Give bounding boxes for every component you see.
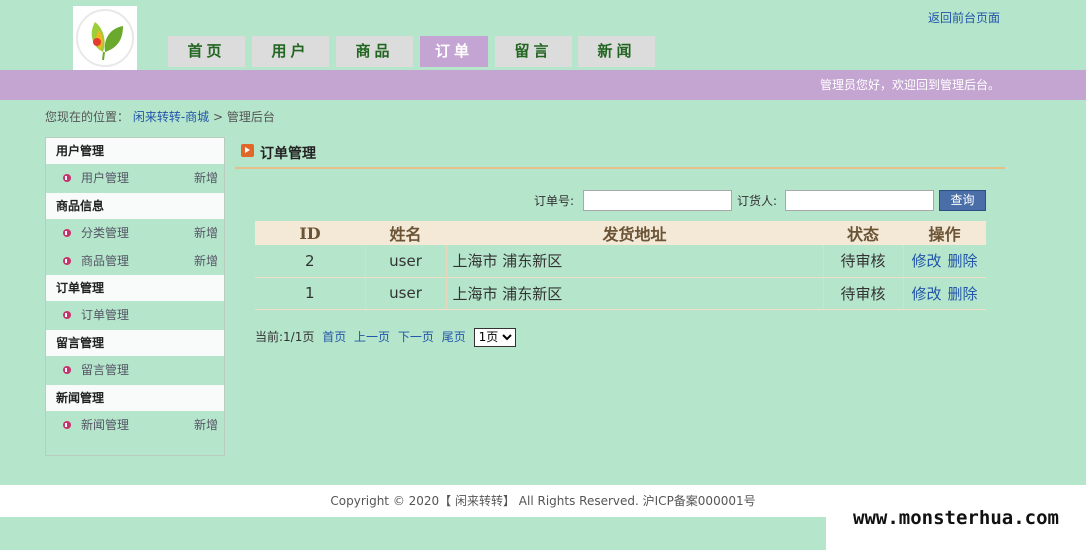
column-header-address: 发货地址 bbox=[446, 221, 823, 245]
nav-products[interactable]: 商品 bbox=[336, 36, 413, 67]
column-header-status: 状态 bbox=[823, 221, 903, 245]
last-page-link[interactable]: 尾页 bbox=[442, 330, 466, 344]
panel-title: 订单管理 bbox=[260, 146, 316, 162]
sidebar-item-category-manage[interactable]: 分类管理 新增 bbox=[46, 219, 224, 248]
table-row: 1 user 上海市 浦东新区 待审核 修改 删除 bbox=[255, 277, 986, 310]
arrow-bullet-icon bbox=[63, 174, 71, 182]
search-button[interactable]: 查询 bbox=[939, 190, 986, 211]
nav-home[interactable]: 首页 bbox=[168, 36, 245, 67]
delete-link[interactable]: 删除 bbox=[948, 252, 978, 270]
order-no-label: 订单号: bbox=[534, 194, 575, 208]
sidebar-group-title: 订单管理 bbox=[46, 275, 224, 301]
sidebar-item-user-manage[interactable]: 用户管理 新增 bbox=[46, 164, 224, 193]
column-header-name: 姓名 bbox=[365, 221, 446, 245]
prev-page-link[interactable]: 上一页 bbox=[354, 330, 390, 344]
sidebar-group-title: 用户管理 bbox=[46, 138, 224, 164]
delete-link[interactable]: 删除 bbox=[948, 285, 978, 303]
cell-address: 上海市 浦东新区 bbox=[445, 277, 823, 310]
panel-header: 订单管理 bbox=[235, 140, 1005, 169]
pagination: 当前:1/1页 首页 上一页 下一页 尾页 1页 bbox=[255, 327, 516, 347]
cell-status: 待审核 bbox=[822, 245, 903, 278]
edit-link[interactable]: 修改 bbox=[912, 252, 942, 270]
play-arrow-icon bbox=[241, 144, 254, 157]
column-header-actions: 操作 bbox=[903, 221, 986, 245]
page-info: 当前:1/1页 bbox=[255, 330, 315, 344]
breadcrumb-current: 管理后台 bbox=[226, 110, 275, 124]
copyright-text: Copyright © 2020【 闲来转转】 All Rights Reser… bbox=[330, 494, 756, 508]
breadcrumb-prefix: 您现在的位置： bbox=[45, 110, 130, 124]
breadcrumb: 您现在的位置： 闲来转转-商城 > 管理后台 bbox=[45, 108, 275, 125]
sidebar-item-news-manage[interactable]: 新闻管理 新增 bbox=[46, 411, 224, 440]
column-header-id: ID bbox=[255, 221, 365, 245]
order-no-input[interactable] bbox=[583, 190, 732, 211]
nav-news[interactable]: 新闻 bbox=[578, 36, 655, 67]
cell-id: 2 bbox=[255, 245, 365, 278]
table-header-row: ID 姓名 发货地址 状态 操作 bbox=[255, 221, 986, 245]
sidebar-item-label[interactable]: 新闻管理 bbox=[81, 418, 129, 432]
breadcrumb-separator: > bbox=[213, 110, 224, 124]
buyer-label: 订货人: bbox=[737, 194, 778, 208]
watermark: www.monsterhua.com bbox=[826, 487, 1086, 550]
sidebar-item-message-manage[interactable]: 留言管理 bbox=[46, 356, 224, 385]
arrow-bullet-icon bbox=[63, 366, 71, 374]
sidebar-item-label[interactable]: 留言管理 bbox=[81, 363, 129, 377]
sidebar-item-order-manage[interactable]: 订单管理 bbox=[46, 301, 224, 330]
welcome-bar: 管理员您好，欢迎回到管理后台。 bbox=[0, 70, 1086, 100]
nav-users[interactable]: 用户 bbox=[252, 36, 329, 67]
sidebar-add-link[interactable]: 新增 bbox=[194, 219, 218, 248]
sidebar-group-title: 新闻管理 bbox=[46, 385, 224, 411]
sidebar-item-product-manage[interactable]: 商品管理 新增 bbox=[46, 248, 224, 275]
sidebar-item-label[interactable]: 用户管理 bbox=[81, 171, 129, 185]
cell-address: 上海市 浦东新区 bbox=[445, 245, 823, 278]
breadcrumb-site-link[interactable]: 闲来转转-商城 bbox=[133, 110, 209, 124]
cell-actions: 修改 删除 bbox=[902, 277, 986, 310]
nav-orders[interactable]: 订单 bbox=[420, 36, 488, 67]
sidebar-add-link[interactable]: 新增 bbox=[194, 248, 218, 275]
edit-link[interactable]: 修改 bbox=[912, 285, 942, 303]
sidebar-item-label[interactable]: 订单管理 bbox=[81, 308, 129, 322]
arrow-bullet-icon bbox=[63, 311, 71, 319]
sidebar-item-label[interactable]: 分类管理 bbox=[81, 226, 129, 240]
welcome-text: 管理员您好，欢迎回到管理后台。 bbox=[819, 78, 1000, 92]
table-row: 2 user 上海市 浦东新区 待审核 修改 删除 bbox=[255, 245, 986, 278]
arrow-bullet-icon bbox=[63, 257, 71, 265]
sidebar-group-title: 商品信息 bbox=[46, 193, 224, 219]
arrow-bullet-icon bbox=[63, 229, 71, 237]
sidebar-item-label[interactable]: 商品管理 bbox=[81, 254, 129, 268]
cell-id: 1 bbox=[255, 277, 365, 310]
page-select[interactable]: 1页 bbox=[473, 327, 516, 347]
orders-table: ID 姓名 发货地址 状态 操作 2 user 上海市 浦东新区 待审核 修改删… bbox=[255, 221, 986, 310]
site-logo[interactable] bbox=[73, 6, 137, 70]
sidebar: 用户管理 用户管理 新增 商品信息 分类管理 新增 商品管理 新增 订单管理 订… bbox=[45, 137, 225, 456]
leaf-logo-icon bbox=[76, 9, 134, 67]
cell-status: 待审核 bbox=[822, 277, 903, 310]
sidebar-add-link[interactable]: 新增 bbox=[194, 411, 218, 440]
cell-actions: 修改 删除 bbox=[902, 245, 986, 278]
cell-name: user bbox=[364, 277, 446, 310]
buyer-input[interactable] bbox=[785, 190, 934, 211]
sidebar-group-title: 留言管理 bbox=[46, 330, 224, 356]
back-to-front-link[interactable]: 返回前台页面 bbox=[928, 9, 1000, 26]
cell-name: user bbox=[364, 245, 446, 278]
next-page-link[interactable]: 下一页 bbox=[398, 330, 434, 344]
sidebar-add-link[interactable]: 新增 bbox=[194, 164, 218, 193]
nav-messages[interactable]: 留言 bbox=[495, 36, 572, 67]
first-page-link[interactable]: 首页 bbox=[322, 330, 346, 344]
arrow-bullet-icon bbox=[63, 421, 71, 429]
